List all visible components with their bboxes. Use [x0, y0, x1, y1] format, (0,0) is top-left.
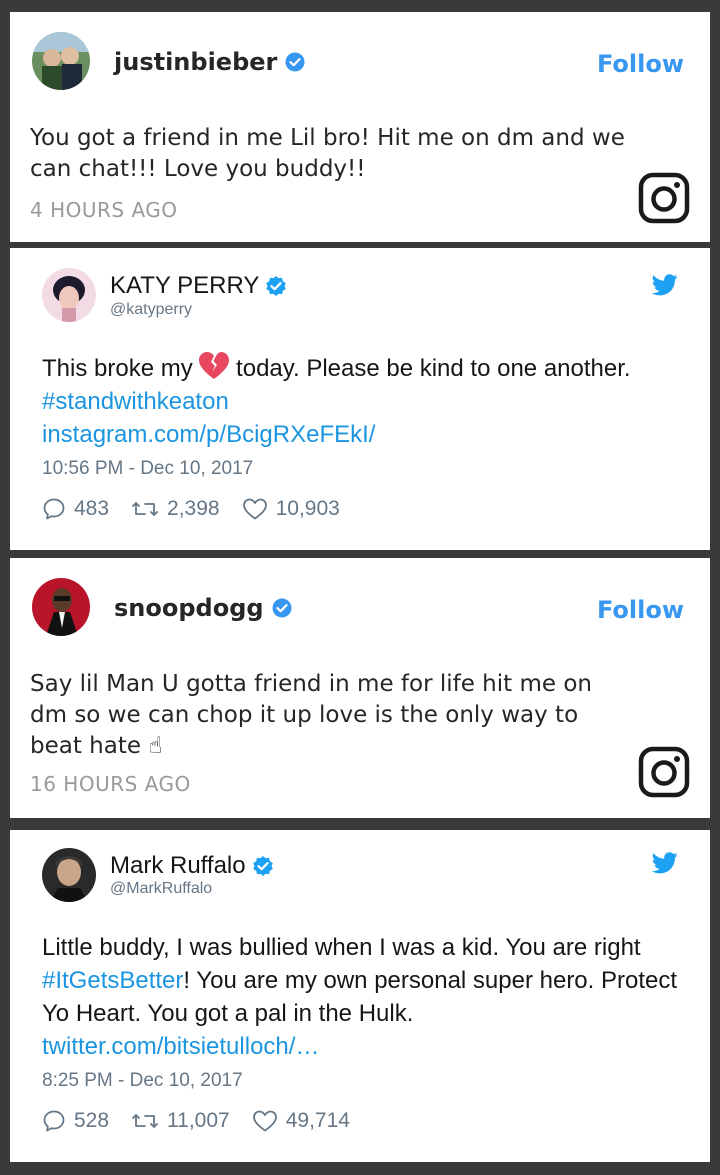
post-timestamp: 16 HOURS AGO: [30, 772, 191, 796]
retweet-button[interactable]: 2,398: [131, 497, 220, 521]
retweet-count: 11,007: [167, 1109, 230, 1132]
verified-badge-icon: [266, 276, 287, 296]
tweet-text-part: today. Please be kind to one another.: [236, 355, 631, 382]
post-caption: You got a friend in me Lil bro! Hit me o…: [30, 125, 625, 182]
display-name-label[interactable]: Mark Ruffalo: [110, 852, 246, 880]
instagram-logo-icon[interactable]: [638, 746, 690, 798]
tweet-timestamp[interactable]: 8:25 PM - Dec 10, 2017: [42, 1070, 243, 1092]
avatar[interactable]: [32, 578, 90, 636]
reply-button[interactable]: 528: [42, 1109, 109, 1133]
like-count: 49,714: [285, 1109, 350, 1132]
username-label[interactable]: snoopdogg: [114, 594, 264, 622]
display-name[interactable]: Mark Ruffalo: [110, 852, 274, 880]
handle[interactable]: @MarkRuffalo: [110, 880, 212, 898]
verified-badge-icon: [285, 52, 305, 72]
like-count: 10,903: [275, 497, 340, 520]
display-name-label[interactable]: KATY PERRY: [110, 272, 259, 300]
username[interactable]: snoopdogg: [114, 594, 292, 622]
instagram-post-card: snoopdogg Follow Say lil Man U gotta fri…: [10, 558, 710, 818]
follow-button[interactable]: Follow: [597, 50, 684, 78]
twitter-bird-icon[interactable]: [652, 274, 678, 296]
heart-icon: [252, 1110, 277, 1132]
username[interactable]: justinbieber: [114, 48, 305, 76]
handle[interactable]: @katyperry: [110, 301, 192, 319]
tweet-timestamp[interactable]: 10:56 PM - Dec 10, 2017: [42, 458, 253, 480]
post-caption: Say lil Man U gotta friend in me for lif…: [30, 671, 592, 759]
instagram-post-card: justinbieber Follow You got a friend in …: [10, 12, 710, 242]
reply-icon: [43, 1110, 65, 1132]
hashtag-link[interactable]: #standwithkeaton: [42, 388, 229, 415]
heart-icon: [242, 498, 267, 520]
username-label[interactable]: justinbieber: [114, 48, 277, 76]
display-name[interactable]: KATY PERRY: [110, 272, 287, 300]
retweet-icon: [132, 502, 158, 516]
tweet-text: This broke my today. Please be kind to o…: [42, 352, 682, 451]
hashtag-link[interactable]: #ItGetsBetter: [42, 967, 183, 994]
twitter-bird-icon[interactable]: [652, 852, 678, 874]
twitter-post-card: KATY PERRY @katyperry This broke my toda…: [10, 248, 710, 550]
retweet-button[interactable]: 11,007: [131, 1109, 230, 1133]
verified-badge-icon: [272, 598, 292, 618]
twitter-post-card: Mark Ruffalo @MarkRuffalo Little buddy, …: [10, 830, 710, 1162]
tweet-text-part: This broke my: [42, 355, 193, 382]
tweet-text-part: Little buddy, I was bullied when I was a…: [42, 934, 641, 961]
verified-badge-icon: [252, 856, 273, 876]
follow-button[interactable]: Follow: [597, 596, 684, 624]
reply-count: 528: [74, 1109, 110, 1132]
reply-count: 483: [74, 497, 110, 520]
tweet-text: Little buddy, I was bullied when I was a…: [42, 931, 682, 1063]
url-link[interactable]: twitter.com/bitsietulloch/…: [42, 1033, 319, 1060]
instagram-logo-icon[interactable]: [638, 172, 690, 224]
reply-icon: [43, 498, 65, 520]
reply-button[interactable]: 483: [42, 497, 109, 521]
like-button[interactable]: 49,714: [252, 1109, 350, 1133]
broken-heart-icon: [199, 352, 230, 379]
post-timestamp: 4 HOURS AGO: [30, 198, 178, 222]
tweet-actions: 528 11,007 49,714: [42, 1109, 372, 1133]
avatar[interactable]: [32, 32, 90, 90]
tweet-actions: 483 2,398 10,903: [42, 497, 362, 521]
url-link[interactable]: instagram.com/p/BcigRXeFEkI/: [42, 421, 375, 448]
avatar[interactable]: [42, 268, 96, 322]
retweet-icon: [132, 1114, 158, 1128]
avatar[interactable]: [42, 848, 96, 902]
retweet-count: 2,398: [167, 497, 220, 520]
like-button[interactable]: 10,903: [242, 497, 340, 521]
